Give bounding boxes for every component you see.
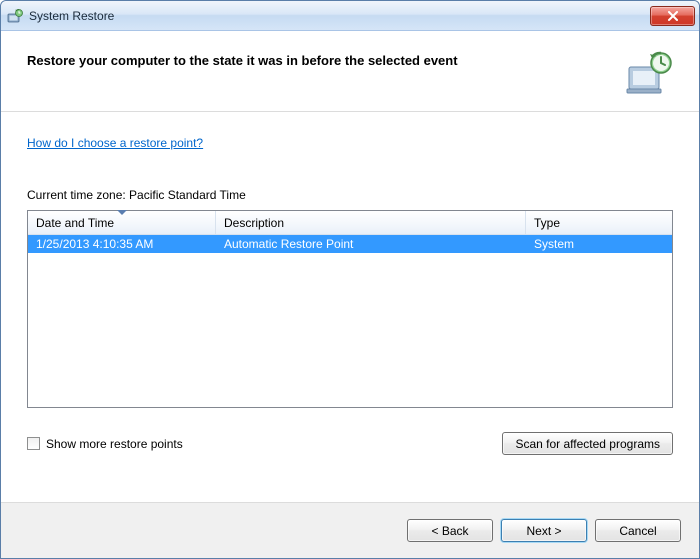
show-more-checkbox[interactable]: Show more restore points xyxy=(27,437,183,451)
titlebar[interactable]: System Restore xyxy=(1,1,699,31)
timezone-label: Current time zone: Pacific Standard Time xyxy=(27,188,673,202)
close-button[interactable] xyxy=(650,6,695,26)
header: Restore your computer to the state it wa… xyxy=(1,31,699,111)
content-area: How do I choose a restore point? Current… xyxy=(1,111,699,502)
column-header-date-time[interactable]: Date and Time xyxy=(28,211,216,234)
help-link[interactable]: How do I choose a restore point? xyxy=(27,136,203,150)
table-body: 1/25/2013 4:10:35 AM Automatic Restore P… xyxy=(28,235,672,253)
system-restore-icon xyxy=(7,8,23,24)
cell-type: System xyxy=(526,237,672,251)
checkbox-icon xyxy=(27,437,40,450)
column-header-type[interactable]: Type xyxy=(526,211,672,234)
system-restore-window: System Restore Restore your computer to … xyxy=(0,0,700,559)
scan-affected-button[interactable]: Scan for affected programs xyxy=(502,432,673,455)
back-button[interactable]: < Back xyxy=(407,519,493,542)
page-title: Restore your computer to the state it wa… xyxy=(27,49,615,68)
close-icon xyxy=(667,11,679,21)
next-button[interactable]: Next > xyxy=(501,519,587,542)
footer: < Back Next > Cancel xyxy=(1,502,699,558)
window-title: System Restore xyxy=(29,9,650,23)
table-header: Date and Time Description Type xyxy=(28,211,672,235)
cell-date-time: 1/25/2013 4:10:35 AM xyxy=(28,237,216,251)
column-header-description[interactable]: Description xyxy=(216,211,526,234)
table-row[interactable]: 1/25/2013 4:10:35 AM Automatic Restore P… xyxy=(28,235,672,253)
cell-description: Automatic Restore Point xyxy=(216,237,526,251)
cancel-button[interactable]: Cancel xyxy=(595,519,681,542)
restore-illustration-icon xyxy=(625,49,673,97)
show-more-label: Show more restore points xyxy=(46,437,183,451)
options-row: Show more restore points Scan for affect… xyxy=(27,432,673,455)
restore-points-table[interactable]: Date and Time Description Type 1/25/2013… xyxy=(27,210,673,408)
